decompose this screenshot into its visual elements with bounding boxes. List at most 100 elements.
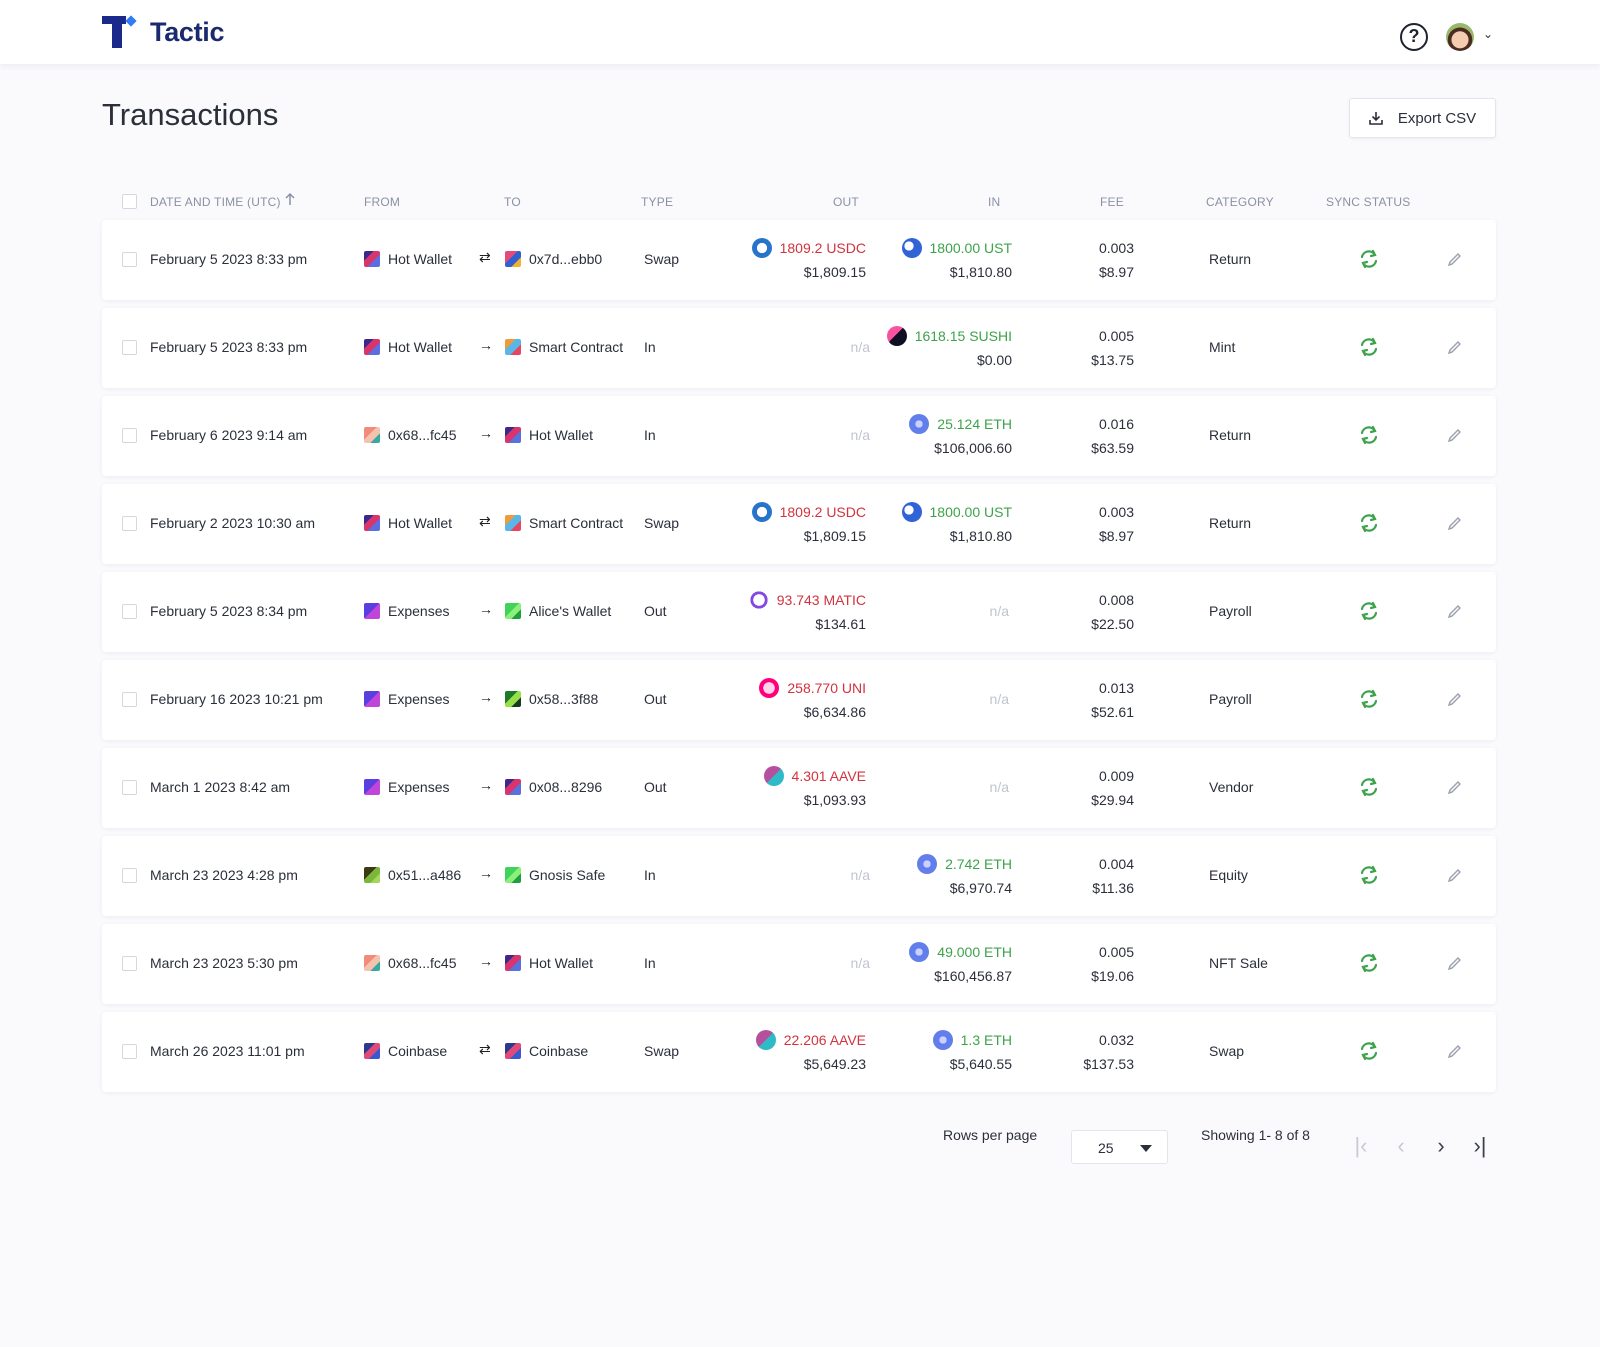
- table-row[interactable]: February 5 2023 8:34 pm Expenses → Alice…: [102, 572, 1496, 652]
- table-row[interactable]: March 23 2023 4:28 pm 0x51...a486 → Gnos…: [102, 836, 1496, 916]
- to-wallet[interactable]: 0x58...3f88: [505, 691, 598, 707]
- edit-pencil-icon[interactable]: [1446, 338, 1464, 356]
- out-amount-na: n/a: [850, 427, 870, 443]
- out-amount: 22.206 AAVE: [783, 1032, 866, 1048]
- fee-amount: 0.009: [1098, 768, 1134, 784]
- category-label[interactable]: Return: [1209, 515, 1251, 531]
- sync-icon[interactable]: [1358, 248, 1380, 270]
- select-all-checkbox[interactable]: [122, 194, 137, 209]
- chevron-down-icon[interactable]: ⌄: [1483, 27, 1493, 41]
- edit-pencil-icon[interactable]: [1446, 778, 1464, 796]
- edit-pencil-icon[interactable]: [1446, 1042, 1464, 1060]
- table-row[interactable]: March 23 2023 5:30 pm 0x68...fc45 → Hot …: [102, 924, 1496, 1004]
- transaction-type: Out: [644, 779, 667, 795]
- table-row[interactable]: February 6 2023 9:14 am 0x68...fc45 → Ho…: [102, 396, 1496, 476]
- from-wallet[interactable]: Hot Wallet: [364, 515, 452, 531]
- table-row[interactable]: March 26 2023 11:01 pm Coinbase ⇄ Coinba…: [102, 1012, 1496, 1092]
- category-label[interactable]: Payroll: [1209, 691, 1252, 707]
- export-csv-button[interactable]: Export CSV: [1349, 98, 1496, 138]
- row-checkbox[interactable]: [122, 252, 137, 267]
- from-wallet[interactable]: Hot Wallet: [364, 251, 452, 267]
- sync-icon[interactable]: [1358, 424, 1380, 446]
- table-row[interactable]: February 16 2023 10:21 pm Expenses → 0x5…: [102, 660, 1496, 740]
- sync-icon[interactable]: [1358, 512, 1380, 534]
- table-row[interactable]: March 1 2023 8:42 am Expenses → 0x08...8…: [102, 748, 1496, 828]
- category-label[interactable]: Equity: [1209, 867, 1248, 883]
- from-wallet[interactable]: Expenses: [364, 691, 449, 707]
- row-checkbox[interactable]: [122, 868, 137, 883]
- to-wallet[interactable]: Alice's Wallet: [505, 603, 611, 619]
- sort-ascending-icon[interactable]: [284, 192, 296, 209]
- edit-pencil-icon[interactable]: [1446, 866, 1464, 884]
- edit-pencil-icon[interactable]: [1446, 250, 1464, 268]
- category-label[interactable]: NFT Sale: [1209, 955, 1268, 971]
- table-row[interactable]: February 5 2023 8:33 pm Hot Wallet → Sma…: [102, 308, 1496, 388]
- edit-pencil-icon[interactable]: [1446, 602, 1464, 620]
- row-checkbox[interactable]: [122, 692, 137, 707]
- row-checkbox[interactable]: [122, 780, 137, 795]
- category-label[interactable]: Return: [1209, 427, 1251, 443]
- transaction-type: Swap: [644, 515, 680, 531]
- row-checkbox[interactable]: [122, 956, 137, 971]
- app-logo[interactable]: Tactic: [102, 15, 225, 48]
- from-wallet[interactable]: 0x68...fc45: [364, 955, 457, 971]
- row-checkbox[interactable]: [122, 604, 137, 619]
- arrow-right-icon: →: [479, 953, 493, 969]
- fee-usd-value: $137.53: [1083, 1056, 1134, 1072]
- sync-icon[interactable]: [1358, 688, 1380, 710]
- row-checkbox[interactable]: [122, 516, 137, 531]
- edit-pencil-icon[interactable]: [1446, 514, 1464, 532]
- column-header-date[interactable]: DATE AND TIME (UTC): [150, 195, 281, 209]
- sync-icon[interactable]: [1358, 952, 1380, 974]
- from-wallet[interactable]: Expenses: [364, 779, 449, 795]
- sync-icon[interactable]: [1358, 864, 1380, 886]
- first-page-button[interactable]: |‹: [1349, 1135, 1373, 1159]
- in-usd-value: $1,810.80: [949, 528, 1012, 544]
- to-wallet[interactable]: Coinbase: [505, 1043, 588, 1059]
- table-row[interactable]: February 2 2023 10:30 am Hot Wallet ⇄ Sm…: [102, 484, 1496, 564]
- last-page-button[interactable]: ›|: [1468, 1135, 1492, 1159]
- to-wallet[interactable]: Hot Wallet: [505, 427, 593, 443]
- to-wallet[interactable]: Hot Wallet: [505, 955, 593, 971]
- transaction-date: March 26 2023 11:01 pm: [150, 1043, 305, 1059]
- sync-icon[interactable]: [1358, 776, 1380, 798]
- transaction-date: February 16 2023 10:21 pm: [150, 691, 323, 707]
- sync-icon[interactable]: [1358, 336, 1380, 358]
- edit-pencil-icon[interactable]: [1446, 954, 1464, 972]
- row-checkbox[interactable]: [122, 428, 137, 443]
- eth-token-icon: [909, 414, 930, 434]
- to-wallet[interactable]: Smart Contract: [505, 339, 623, 355]
- prev-page-button[interactable]: ‹: [1389, 1135, 1413, 1159]
- to-wallet[interactable]: Gnosis Safe: [505, 867, 605, 883]
- from-wallet[interactable]: Expenses: [364, 603, 449, 619]
- edit-pencil-icon[interactable]: [1446, 690, 1464, 708]
- row-checkbox[interactable]: [122, 1044, 137, 1059]
- category-label[interactable]: Mint: [1209, 339, 1235, 355]
- from-wallet-label: 0x68...fc45: [388, 427, 457, 443]
- sync-icon[interactable]: [1358, 600, 1380, 622]
- in-amount: 2.742 ETH: [945, 856, 1012, 872]
- category-label[interactable]: Return: [1209, 251, 1251, 267]
- category-label[interactable]: Vendor: [1209, 779, 1253, 795]
- edit-pencil-icon[interactable]: [1446, 426, 1464, 444]
- sync-icon[interactable]: [1358, 1040, 1380, 1062]
- wallet-icon: [505, 955, 521, 971]
- category-label[interactable]: Payroll: [1209, 603, 1252, 619]
- from-wallet[interactable]: 0x68...fc45: [364, 427, 457, 443]
- help-icon[interactable]: ?: [1400, 23, 1428, 51]
- table-row[interactable]: February 5 2023 8:33 pm Hot Wallet ⇄ 0x7…: [102, 220, 1496, 300]
- transaction-date: March 23 2023 4:28 pm: [150, 867, 298, 883]
- fee-cell: 0.003 $8.97: [1099, 236, 1134, 284]
- wallet-icon: [364, 427, 380, 443]
- category-label[interactable]: Swap: [1209, 1043, 1244, 1059]
- row-checkbox[interactable]: [122, 340, 137, 355]
- rows-per-page-select[interactable]: 25: [1071, 1130, 1168, 1164]
- to-wallet[interactable]: 0x08...8296: [505, 779, 602, 795]
- from-wallet[interactable]: Hot Wallet: [364, 339, 452, 355]
- from-wallet[interactable]: 0x51...a486: [364, 867, 461, 883]
- from-wallet[interactable]: Coinbase: [364, 1043, 447, 1059]
- next-page-button[interactable]: ›: [1429, 1135, 1453, 1159]
- to-wallet[interactable]: Smart Contract: [505, 515, 623, 531]
- avatar[interactable]: [1446, 23, 1474, 51]
- to-wallet[interactable]: 0x7d...ebb0: [505, 251, 602, 267]
